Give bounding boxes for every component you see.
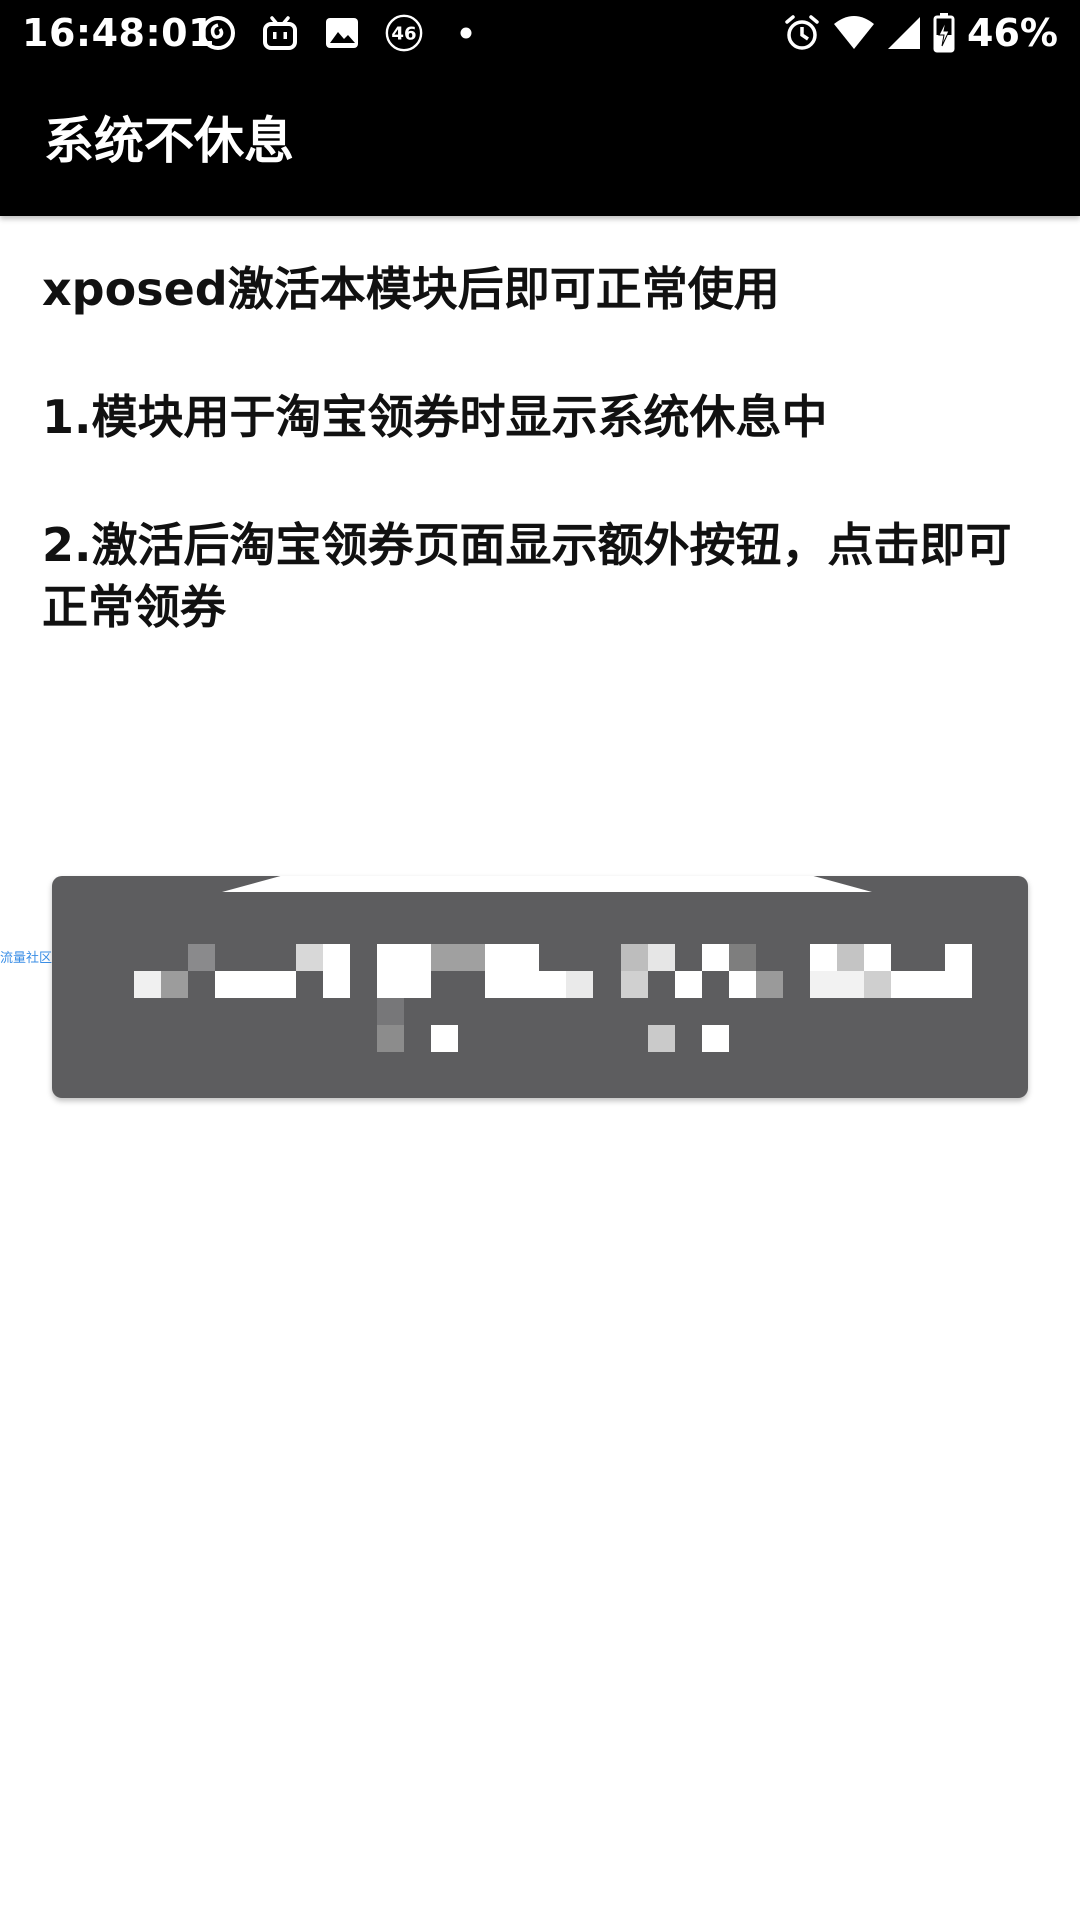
mosaic-cell <box>296 944 323 971</box>
censored-toast <box>52 876 1028 1098</box>
screen: 16:48:01 46 46% 系统不休息 xposed激活本模块后即可正常使用… <box>0 0 1080 1920</box>
mosaic-cell <box>161 971 188 998</box>
page-title: 系统不休息 <box>44 112 294 170</box>
cellular-signal-icon <box>887 12 921 54</box>
alarm-icon <box>783 12 821 54</box>
mosaic-cell <box>648 1025 675 1052</box>
instruction-step-2: 2.激活后淘宝领券页面显示额外按钮，点击即可正常领券 <box>42 518 1012 634</box>
gallery-image-icon <box>322 12 362 54</box>
mosaic-cell <box>404 971 431 998</box>
mosaic-cell <box>729 944 756 971</box>
mosaic-cell <box>377 998 404 1025</box>
mosaic-cell <box>431 944 485 971</box>
dot-indicator-icon <box>446 12 486 54</box>
instructions: xposed激活本模块后即可正常使用 1.模块用于淘宝领券时显示系统休息中 2.… <box>42 258 1032 638</box>
mosaic-cell <box>702 1025 729 1052</box>
mosaic-cell <box>566 971 593 998</box>
mosaic-cell <box>621 971 648 998</box>
mosaic-cell <box>485 944 539 971</box>
mosaic-cell <box>810 971 864 998</box>
status-bar: 16:48:01 46 46% <box>0 0 1080 66</box>
mosaic-cell <box>810 944 837 971</box>
side-watermark: 流量社区 <box>0 951 53 966</box>
toast-notch <box>222 876 872 892</box>
mosaic-cell <box>864 944 891 971</box>
netease-music-icon <box>198 12 238 54</box>
mosaic-cell <box>864 971 891 998</box>
bilibili-icon <box>260 12 300 54</box>
battery-percent: 46% <box>967 11 1058 55</box>
mosaic-cell <box>837 944 864 971</box>
mosaic-cell <box>431 1025 458 1052</box>
mosaic-cell <box>756 971 783 998</box>
wifi-icon <box>833 12 875 54</box>
mosaic-cell <box>675 971 702 998</box>
network-46-icon: 46 <box>384 12 424 54</box>
system-icons: 46% <box>771 8 1058 58</box>
mosaic-cell <box>729 971 756 998</box>
mosaic-cell <box>377 944 431 971</box>
mosaic-cell <box>134 971 161 998</box>
status-time: 16:48:01 <box>22 11 216 55</box>
mosaic-cell <box>377 971 404 998</box>
mosaic-cell <box>891 971 972 998</box>
network-badge-text: 46 <box>391 24 416 45</box>
mosaic-cell <box>215 971 296 998</box>
mosaic-cell <box>323 944 350 971</box>
mosaic-cell <box>377 1025 404 1052</box>
mosaic-cell <box>621 944 648 971</box>
mosaic-cell <box>702 944 729 971</box>
app-bar: 系统不休息 <box>0 66 1080 216</box>
instruction-intro: xposed激活本模块后即可正常使用 <box>42 262 780 316</box>
mosaic-cell <box>648 944 675 971</box>
mosaic-cell <box>485 971 566 998</box>
mosaic-cell <box>945 944 972 971</box>
notification-icons: 46 <box>198 12 508 54</box>
mosaic-cell <box>188 944 215 971</box>
mosaic-cell <box>323 971 350 998</box>
battery-charging-icon <box>933 12 955 54</box>
instruction-step-1: 1.模块用于淘宝领券时显示系统休息中 <box>42 390 828 444</box>
censored-mosaic <box>52 876 1028 1098</box>
